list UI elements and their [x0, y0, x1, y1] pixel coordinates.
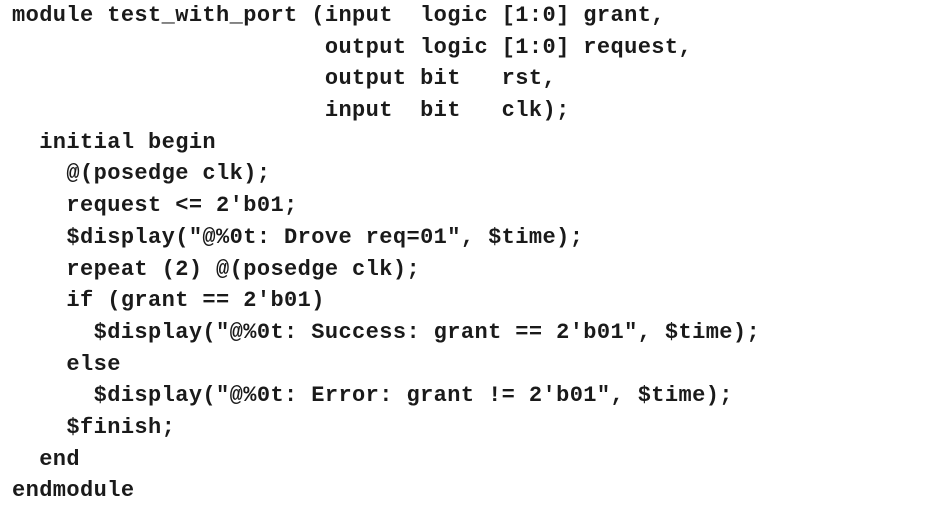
- code-line: $display("@%0t: Drove req=01", $time);: [12, 224, 584, 250]
- code-line: repeat (2) @(posedge clk);: [12, 256, 421, 282]
- code-line: input bit clk);: [12, 98, 570, 124]
- code-line: @(posedge clk);: [12, 161, 271, 187]
- code-listing: module test_with_port (input logic [1:0]…: [12, 0, 760, 507]
- code-line: request <= 2'b01;: [12, 193, 298, 219]
- code-line: else: [12, 351, 121, 377]
- code-line: end: [12, 446, 81, 472]
- code-line: initial begin: [12, 129, 217, 155]
- code-line: output bit rst,: [12, 66, 557, 92]
- code-line: endmodule: [12, 478, 135, 504]
- code-line: $display("@%0t: Success: grant == 2'b01"…: [12, 319, 761, 345]
- code-line: $finish;: [12, 414, 176, 440]
- code-line: if (grant == 2'b01): [12, 288, 325, 314]
- code-line: $display("@%0t: Error: grant != 2'b01", …: [12, 383, 733, 409]
- code-line: output logic [1:0] request,: [12, 34, 693, 60]
- code-line: module test_with_port (input logic [1:0]…: [12, 3, 665, 28]
